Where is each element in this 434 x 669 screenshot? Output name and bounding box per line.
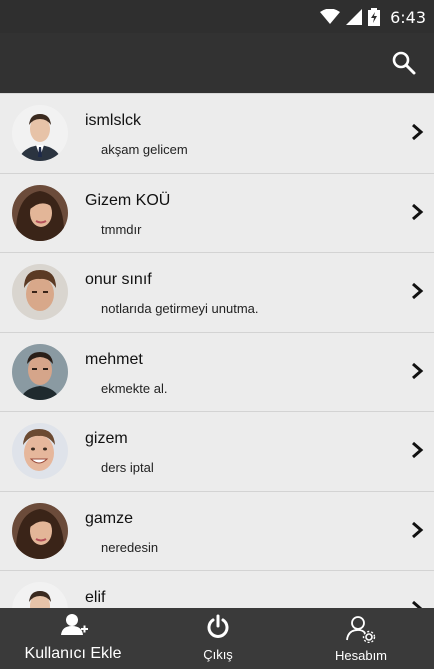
chevron-right-icon[interactable] <box>410 439 424 461</box>
power-icon <box>207 614 229 638</box>
avatar-man-brown-hair <box>12 264 68 320</box>
chevron-right-icon[interactable] <box>410 201 424 223</box>
bottom-nav: Kullanıcı Ekle Çıkış Hesabım <box>0 608 434 669</box>
contact-list[interactable]: ismlslck akşam gelicem Gizem KOÜ tmmdır <box>0 93 434 608</box>
add-user-label: Kullanıcı Ekle <box>24 645 122 662</box>
cell-signal-icon <box>346 9 363 25</box>
chevron-right-icon[interactable] <box>410 280 424 302</box>
contact-row[interactable]: onur sınıf notlarıda getirmeyi unutma. <box>0 253 434 333</box>
account-settings-icon <box>346 616 376 643</box>
chevron-right-icon[interactable] <box>410 360 424 382</box>
contact-message: akşam gelicem <box>101 142 188 157</box>
contact-name: Gizem KOÜ <box>85 191 171 209</box>
contact-message: neredesin <box>101 539 159 555</box>
avatar <box>12 582 68 608</box>
contact-row[interactable]: elif <box>0 571 434 608</box>
contact-message: ders iptal <box>101 460 154 475</box>
status-icons: 6:43 <box>320 6 426 28</box>
battery-charging-icon <box>368 8 381 26</box>
account-label: Hesabım <box>334 648 388 663</box>
contact-name: gamze <box>85 509 134 527</box>
contact-row[interactable]: Gizem KOÜ tmmdır <box>0 173 434 253</box>
contact-row[interactable]: ismlslck akşam gelicem <box>0 94 434 174</box>
chevron-right-icon[interactable] <box>410 121 424 143</box>
contact-message: notlarıda getirmeyi unutma. <box>101 301 259 316</box>
contact-row[interactable]: mehmet ekmekte al. <box>0 332 434 412</box>
avatar-man-suit <box>12 582 68 608</box>
contact-row[interactable]: gizem ders iptal <box>0 412 434 492</box>
app-bar <box>0 33 434 93</box>
logout-label: Çıkış <box>203 647 233 662</box>
contact-row[interactable]: gamze neredesin <box>0 491 434 571</box>
avatar <box>12 343 68 400</box>
contact-name: mehmet <box>85 350 143 368</box>
status-time: 6:43 <box>390 7 426 27</box>
avatar <box>12 105 68 161</box>
avatar <box>12 423 68 479</box>
chevron-right-icon[interactable] <box>410 598 424 608</box>
contact-name: gizem <box>85 430 128 447</box>
chevron-right-icon[interactable] <box>410 519 424 541</box>
contact-name: ismlslck <box>85 112 141 129</box>
avatar <box>12 184 68 241</box>
add-user-button[interactable]: Kullanıcı Ekle <box>14 608 132 669</box>
logout-button[interactable]: Çıkış <box>188 608 248 669</box>
search-icon[interactable] <box>390 49 418 77</box>
contact-name: elif <box>85 589 106 606</box>
contact-name: onur sınıf <box>85 271 152 288</box>
contact-message: ekmekte al. <box>101 380 168 396</box>
wifi-icon <box>320 9 341 24</box>
account-button[interactable]: Hesabım <box>324 608 398 669</box>
avatar-man-short-hair <box>12 343 68 400</box>
avatar <box>12 264 68 320</box>
avatar-woman-dark-hair <box>12 184 68 241</box>
avatar-man-smiling <box>12 423 68 479</box>
contact-message: tmmdır <box>101 221 142 237</box>
avatar <box>12 502 68 559</box>
avatar-woman-dark-hair <box>12 502 68 559</box>
add-user-icon <box>61 614 88 635</box>
avatar-man-suit <box>12 105 68 161</box>
status-bar: 6:43 <box>0 0 434 33</box>
